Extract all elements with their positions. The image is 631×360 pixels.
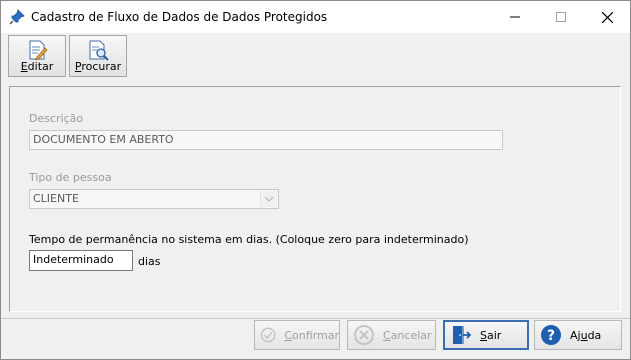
svg-text:?: ?	[547, 328, 555, 344]
window-title: Cadastro de Fluxo de Dados de Dados Prot…	[31, 10, 328, 24]
close-button[interactable]	[584, 1, 630, 33]
minimize-button[interactable]	[492, 1, 538, 33]
x-circle-icon	[354, 325, 374, 345]
person-type-label: Tipo de pessoa	[29, 171, 112, 184]
person-type-select[interactable]: CLIENTE	[29, 189, 279, 209]
toolbar: Editar Procurar	[1, 33, 630, 79]
search-document-icon	[89, 40, 109, 61]
person-type-value: CLIENTE	[33, 192, 79, 205]
confirm-button[interactable]: Confirmar	[254, 320, 340, 350]
help-icon: ?	[541, 325, 561, 345]
chevron-down-icon	[265, 196, 273, 202]
retention-field[interactable]: Indeterminado	[29, 250, 133, 271]
person-type-dropdown-button[interactable]	[260, 191, 277, 207]
help-label: Ajuda	[570, 328, 602, 342]
pin-icon	[9, 9, 25, 25]
cancel-label: Cancelar	[383, 328, 432, 342]
maximize-button[interactable]	[538, 1, 584, 33]
retention-label: Tempo de permanência no sistema em dias.…	[29, 233, 469, 246]
confirm-label: Confirmar	[284, 328, 339, 342]
exit-button[interactable]: Sair	[443, 320, 529, 350]
retention-unit: dias	[138, 255, 161, 268]
search-label: Procurar	[74, 60, 122, 73]
edit-label: Editar	[20, 60, 54, 73]
description-field[interactable]: DOCUMENTO EM ABERTO	[29, 130, 503, 150]
maximize-icon	[556, 12, 566, 22]
check-circle-icon	[260, 327, 276, 343]
window: Cadastro de Fluxo de Dados de Dados Prot…	[0, 0, 631, 360]
title-bar: Cadastro de Fluxo de Dados de Dados Prot…	[1, 1, 630, 33]
description-label: Descrição	[29, 112, 84, 125]
edit-document-icon	[29, 40, 48, 61]
edit-button[interactable]: Editar	[8, 35, 66, 77]
minimize-icon	[510, 16, 520, 18]
close-icon	[601, 11, 613, 23]
help-button[interactable]: ? Ajuda	[534, 320, 622, 350]
exit-label: Sair	[480, 328, 502, 342]
search-button[interactable]: Procurar	[69, 35, 127, 77]
cancel-button[interactable]: Cancelar	[347, 320, 436, 350]
footer-divider	[1, 318, 630, 319]
exit-door-icon	[453, 326, 472, 344]
